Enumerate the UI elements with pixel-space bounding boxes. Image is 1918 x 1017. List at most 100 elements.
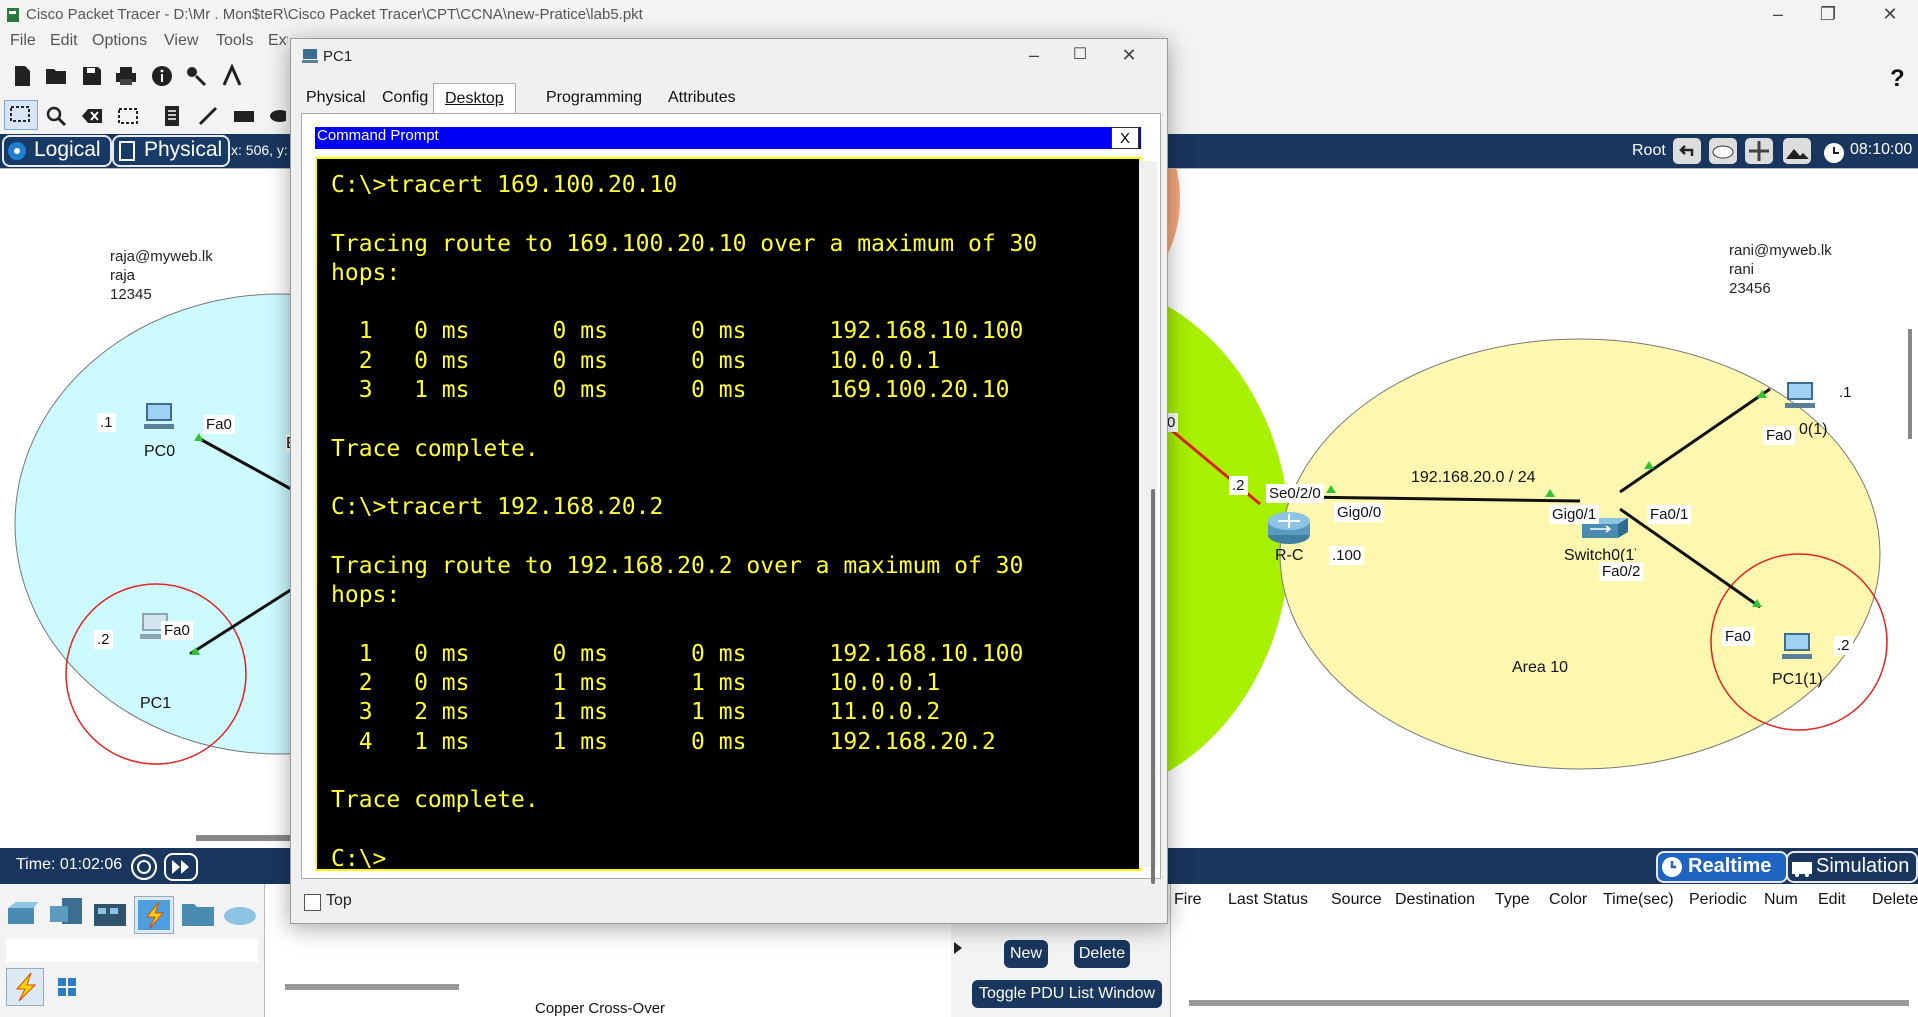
new-pdu-button[interactable]: New (1004, 940, 1048, 968)
select-tool-button[interactable] (4, 100, 38, 130)
delete-pdu-button[interactable]: Delete (1074, 940, 1130, 968)
category-search[interactable] (6, 938, 258, 962)
dialog-minimize-button[interactable]: – (1011, 41, 1057, 71)
pdu-header-destination[interactable]: Destination (1395, 891, 1475, 909)
pdu-header-num[interactable]: Num (1764, 891, 1798, 909)
menu-edit[interactable]: Edit (50, 32, 78, 50)
pdu-header-last-status[interactable]: Last Status (1228, 891, 1308, 909)
pdu-header-type[interactable]: Type (1495, 891, 1530, 909)
pdu-header-fire[interactable]: Fire (1174, 891, 1202, 909)
tab-desktop[interactable]: Desktop (433, 83, 516, 114)
open-folder-icon[interactable] (44, 64, 68, 88)
pdu-header-edit[interactable]: Edit (1818, 891, 1846, 909)
background-image-icon[interactable] (1782, 137, 1812, 165)
top-checkbox[interactable] (304, 894, 321, 911)
svg-text:?: ? (1890, 65, 1905, 90)
right-user-email: rani@myweb.lk (1729, 242, 1832, 259)
dialog-maximize-button[interactable]: ☐ (1057, 41, 1103, 71)
left-user-name: raja (110, 267, 136, 284)
physical-icon (119, 141, 135, 161)
router-serial-port: Se0/2/0 (1266, 484, 1324, 503)
command-prompt-title: Command Prompt (317, 127, 439, 144)
power-cycle-icon[interactable] (130, 853, 158, 881)
expand-arrow-icon[interactable] (950, 940, 966, 956)
router-serial-ip: .2 (1229, 476, 1248, 495)
move-icon[interactable] (1744, 137, 1774, 165)
draw-ellipse-icon[interactable] (268, 104, 286, 128)
grid-icon[interactable] (56, 976, 78, 998)
multiuser-icon[interactable] (222, 898, 258, 930)
connections-button[interactable] (134, 896, 174, 934)
note-icon[interactable] (160, 104, 184, 128)
physical-tab[interactable]: Physical (112, 135, 230, 167)
pc1-port-label: Fa0 (161, 621, 193, 640)
draw-line-icon[interactable] (196, 104, 220, 128)
tab-programming[interactable]: Programming (535, 83, 653, 113)
pdu-header-color[interactable]: Color (1549, 891, 1587, 909)
pc01-icon[interactable] (1783, 381, 1817, 411)
end-devices-icon[interactable] (48, 896, 84, 930)
tab-attributes[interactable]: Attributes (657, 83, 747, 113)
realtime-button[interactable]: Realtime (1656, 851, 1788, 883)
maximize-button[interactable]: ❐ (1800, 0, 1856, 30)
pc0-icon[interactable] (142, 402, 176, 432)
viewport-clock-icon[interactable] (1820, 137, 1848, 165)
delete-icon[interactable] (80, 104, 104, 128)
cable-list-scrollbar[interactable] (285, 984, 459, 990)
fast-forward-icon[interactable] (164, 853, 198, 881)
dialog-close-button[interactable]: ✕ (1103, 41, 1155, 71)
pc11-icon[interactable] (1780, 632, 1814, 662)
command-prompt-close-button[interactable]: X (1111, 127, 1139, 149)
workspace-hscroll-thumb[interactable] (196, 835, 296, 841)
logical-icon (8, 142, 26, 160)
pdu-header-periodic[interactable]: Periodic (1689, 891, 1747, 909)
pdu-header-source[interactable]: Source (1331, 891, 1382, 909)
simulation-button[interactable]: Simulation (1786, 851, 1918, 883)
tab-config[interactable]: Config (371, 83, 439, 113)
connections-lightning-icon (15, 972, 37, 1002)
network-wizard-icon[interactable] (184, 64, 208, 88)
pdu-header-time[interactable]: Time(sec) (1603, 891, 1674, 909)
pdu-list-scrollbar[interactable] (1189, 1000, 1909, 1006)
inspect-icon[interactable] (44, 104, 68, 128)
print-icon[interactable] (114, 64, 138, 88)
title-bar: Cisco Packet Tracer - D:\Mr . Mon$teR\Ci… (0, 0, 1918, 30)
logical-label: Logical (34, 138, 101, 161)
pdu-header-delete[interactable]: Delete (1872, 891, 1918, 909)
subcategory-connections-button[interactable] (6, 968, 44, 1006)
menu-file[interactable]: File (10, 32, 36, 50)
terminal[interactable]: C:\>tracert 169.100.20.10 Tracing route … (315, 157, 1157, 884)
logical-tab[interactable]: Logical (2, 135, 112, 167)
right-user-note: rani@myweb.lk rani 23456 (1725, 239, 1845, 297)
menu-tools[interactable]: Tools (216, 32, 253, 50)
miscellaneous-icon[interactable] (180, 898, 216, 930)
coords-readout: x: 506, y: (231, 142, 288, 158)
left-user-note: raja@myweb.lk raja 12345 (106, 245, 224, 303)
cluster-cloud-icon[interactable] (1708, 137, 1738, 165)
switch-fa1-port: Fa0/1 (1647, 505, 1692, 524)
router-label: R-C (1275, 547, 1304, 564)
terminal-scroll-thumb[interactable] (1151, 489, 1155, 884)
pc01-port-label: Fa0 (1763, 426, 1795, 445)
tab-physical[interactable]: Physical (295, 83, 377, 113)
components-icon[interactable] (92, 898, 128, 930)
save-icon[interactable] (80, 64, 104, 88)
top-checkbox-label: Top (326, 892, 352, 909)
pc1-dialog: PC1 – ☐ ✕ Physical Config Desktop Progra… (290, 38, 1168, 924)
draw-rectangle-icon[interactable] (232, 104, 256, 128)
info-icon[interactable] (150, 64, 174, 88)
back-icon[interactable] (1672, 137, 1702, 165)
workspace-vscroll-thumb[interactable] (1908, 329, 1912, 439)
new-file-icon[interactable] (10, 64, 34, 88)
menu-view[interactable]: View (164, 32, 198, 50)
network-devices-icon[interactable] (4, 898, 40, 930)
toggle-pdu-list-button[interactable]: Toggle PDU List Window (972, 980, 1162, 1008)
menu-options[interactable]: Options (92, 32, 147, 50)
router-icon[interactable] (1266, 509, 1312, 547)
minimize-button[interactable]: – (1750, 0, 1806, 30)
activity-wizard-icon[interactable] (220, 64, 244, 88)
resize-icon[interactable] (116, 104, 140, 128)
close-button[interactable]: ✕ (1862, 0, 1918, 30)
menu-extensions[interactable]: Extensions (268, 32, 288, 50)
help-icon[interactable]: ? (1886, 64, 1910, 90)
